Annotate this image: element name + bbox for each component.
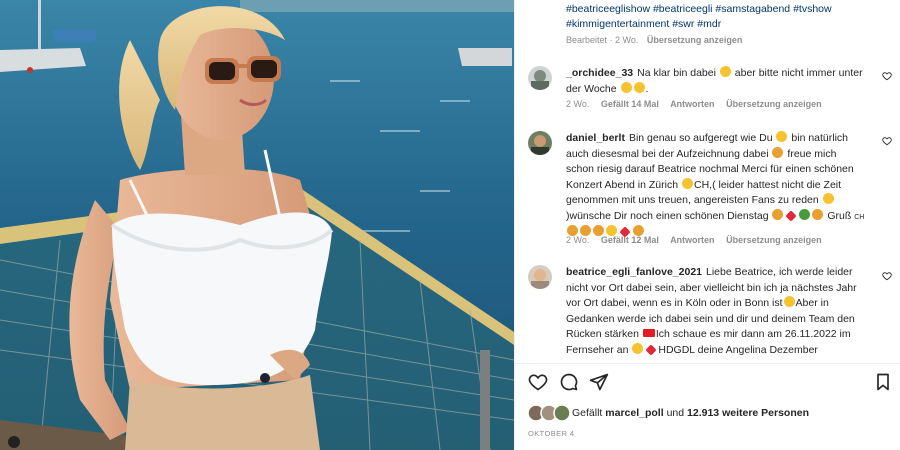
bookmark-icon[interactable] (873, 372, 893, 392)
like-comment-heart-icon[interactable] (882, 71, 892, 81)
comment-text-part: Na klar bin dabei (637, 67, 716, 79)
avatar[interactable] (528, 66, 552, 90)
likes-username[interactable]: marcel_poll (605, 407, 663, 419)
clover-icon (799, 208, 811, 220)
avatar[interactable] (528, 265, 552, 289)
red-heart-icon (645, 343, 658, 356)
winking-face-icon (633, 81, 645, 93)
comment-username[interactable]: _orchidee_33 (566, 67, 633, 79)
likes-count[interactable]: 12.913 weitere Personen (687, 407, 809, 419)
share-icon[interactable] (589, 372, 609, 392)
comment-text: daniel_berlt Bin genau so aufgeregt wie D… (566, 131, 866, 241)
comment-time: 2 Wo. (566, 99, 590, 109)
comment-reply-button[interactable]: Antworten (670, 99, 715, 109)
comment-icon[interactable] (559, 372, 579, 392)
laughing-face-icon (620, 81, 632, 93)
comment-time: 2 Wo. (566, 235, 590, 245)
flower-icon (812, 208, 824, 220)
comment-text: beatrice_egli_fanlove_2021 Liebe Beatrice… (566, 265, 866, 358)
comment-translate-link[interactable]: Übersetzung anzeigen (726, 235, 822, 245)
smiling-face-icon (632, 342, 644, 354)
divider (514, 363, 900, 364)
smiling-face-icon (783, 296, 795, 307)
comment-username[interactable]: beatrice_egli_fanlove_2021 (566, 266, 702, 278)
thumbs-up-icon (772, 146, 784, 158)
caption-edited: Bearbeitet · 2 Wo. (566, 35, 639, 45)
comment-text-part: HDGDL deine Angelina Dezember (658, 343, 818, 356)
smiling-face-icon (682, 177, 693, 189)
grinning-face-icon (776, 131, 788, 142)
comment-reply-button[interactable]: Antworten (670, 235, 715, 245)
comment-text-part: CH (854, 213, 865, 221)
like-comment-heart-icon[interactable] (882, 271, 892, 281)
comment-meta: 2 Wo. Gefällt 14 Mal Antworten Übersetzu… (566, 99, 831, 109)
comment-like-count[interactable]: Gefällt 12 Mal (601, 235, 659, 245)
comment-translate-link[interactable]: Übersetzung anzeigen (726, 99, 822, 109)
comment-username[interactable]: daniel_berlt (566, 132, 625, 144)
caption-translate-link[interactable]: Übersetzung anzeigen (647, 35, 743, 45)
hashtags-line-2[interactable]: #kimmigentertainment #swr #mdr (566, 17, 866, 32)
post-date: OKTOBER 4 (528, 429, 575, 438)
red-heart-icon (785, 209, 798, 222)
sad-face-icon (822, 193, 834, 204)
comment-like-count[interactable]: Gefällt 14 Mal (601, 99, 659, 109)
sunflower-icon (772, 208, 784, 220)
smiling-face-icon (719, 66, 731, 77)
comment-text-part: Bin genau so aufgeregt wie Du (628, 132, 773, 144)
hashtags-line-1[interactable]: #beatriceeglishow #beatriceegli #samstag… (566, 2, 866, 17)
likes-prefix: Gefällt (572, 407, 603, 419)
comment-text-part: )wünsche Dir noch einen schönen Dienstag (566, 209, 769, 222)
caption-meta: Bearbeitet · 2 Wo. Übersetzung anzeigen (566, 35, 748, 45)
flexed-biceps-icon (642, 329, 655, 337)
avatar[interactable] (528, 131, 552, 155)
post-photo (0, 0, 514, 450)
like-comment-heart-icon[interactable] (882, 136, 892, 146)
comment-text-part: Gruß (827, 209, 852, 222)
likes-and: und (666, 407, 685, 419)
comment-meta: 2 Wo. Gefällt 12 Mal Antworten Übersetzu… (566, 235, 831, 245)
heart-icon[interactable] (528, 372, 548, 392)
liker-avatars (527, 404, 571, 422)
caption-hashtags[interactable]: #beatriceeglishow #beatriceegli #samstag… (566, 2, 866, 32)
comment-text: _orchidee_33 Na klar bin dabei aber bitte… (566, 66, 863, 95)
